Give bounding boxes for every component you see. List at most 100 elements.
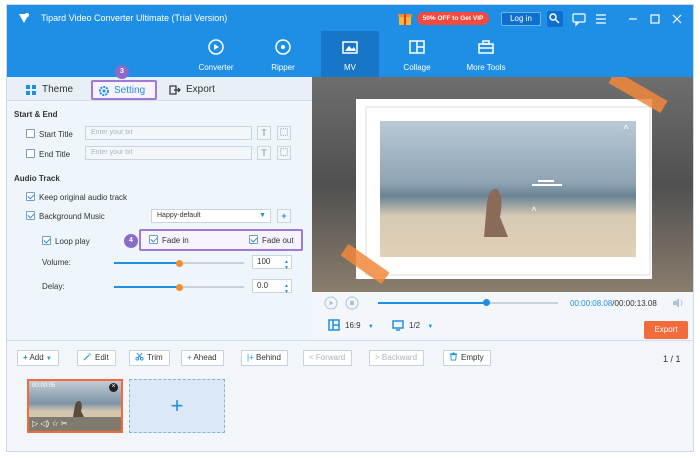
edit-button[interactable]: Edit: [77, 350, 116, 366]
nav-tab-mv[interactable]: MV: [321, 31, 379, 77]
trim-button[interactable]: Trim: [129, 350, 170, 366]
add-clip-button[interactable]: +: [129, 379, 225, 433]
preview-image: [312, 77, 693, 292]
add-button[interactable]: + Add ▼: [17, 350, 59, 366]
login-button[interactable]: Log in: [501, 12, 541, 26]
nav-tab-collage[interactable]: Collage: [388, 31, 446, 77]
step-badge-4: 4: [124, 234, 138, 248]
aspect-ratio-select[interactable]: 16:9 ▼: [345, 321, 374, 330]
delay-slider-handle[interactable]: [175, 283, 183, 291]
key-icon[interactable]: [547, 11, 563, 27]
volume-label: Volume:: [42, 258, 71, 267]
loop-play-checkbox[interactable]: [42, 236, 51, 245]
minimize-icon[interactable]: [625, 11, 641, 27]
behind-label: Behind: [255, 353, 281, 362]
volume-stepper[interactable]: 100 ▲ ▼: [252, 255, 292, 271]
forward-button[interactable]: < Forward: [303, 350, 353, 366]
collage-icon: [409, 40, 425, 54]
gear-icon: [99, 86, 109, 96]
nav-tab-ripper[interactable]: Ripper: [254, 31, 312, 77]
start-title-input[interactable]: Enter your txt: [85, 126, 252, 140]
delay-slider-fill: [114, 286, 179, 288]
play-icon[interactable]: [324, 296, 338, 310]
scissors-icon[interactable]: ✂: [61, 419, 68, 428]
behind-button[interactable]: |+ Behind: [241, 350, 288, 366]
end-title-checkbox[interactable]: [26, 149, 35, 158]
chat-icon[interactable]: [571, 11, 587, 27]
volume-slider[interactable]: [114, 259, 244, 267]
playback-progress[interactable]: [378, 299, 558, 306]
star-icon[interactable]: ☆: [51, 419, 58, 428]
vip-badge[interactable]: 50% OFF to Get VIP: [417, 12, 489, 25]
close-icon[interactable]: ×: [109, 383, 118, 392]
forward-icon: <: [309, 353, 314, 362]
trim-label: Trim: [147, 353, 163, 362]
end-title-input[interactable]: Enter your txt: [85, 146, 252, 160]
start-title-edit-button[interactable]: [277, 126, 291, 140]
screen-select[interactable]: 1/2 ▼: [409, 321, 433, 330]
down-arrow-icon[interactable]: ▼: [284, 286, 289, 298]
empty-button[interactable]: Empty: [443, 350, 491, 366]
down-arrow-icon[interactable]: ▼: [284, 262, 289, 274]
app-window: Tipard Video Converter Ultimate (Trial V…: [6, 4, 694, 452]
clip-thumbnail[interactable]: 00:00:05 × ▷ ◁) ☆ ✂: [27, 379, 123, 433]
music-select[interactable]: Happy-default ▼: [151, 209, 271, 223]
volume-icon[interactable]: [671, 296, 685, 310]
ripper-icon: [275, 39, 291, 55]
tab-setting[interactable]: Setting: [91, 80, 157, 100]
ahead-button[interactable]: + Ahead: [181, 350, 224, 366]
backward-button[interactable]: > Backward: [369, 350, 425, 366]
chevron-down-icon: ▼: [45, 356, 52, 362]
nav-tab-more-tools[interactable]: More Tools: [457, 31, 515, 77]
edit-box-icon: [280, 148, 288, 156]
volume-slider-handle[interactable]: [175, 259, 183, 267]
end-title-label: End Title: [39, 150, 71, 159]
scissors-icon: [135, 352, 144, 361]
delay-slider[interactable]: [114, 283, 244, 291]
main-nav: Converter Ripper MV Collage More Tools: [7, 31, 693, 77]
time-current: 00:00:08.08: [570, 299, 613, 308]
export-icon: [169, 85, 181, 95]
playback-progress-handle[interactable]: [482, 299, 490, 306]
screen-value: 1/2: [409, 321, 421, 330]
nav-tab-label: MV: [344, 63, 356, 72]
stop-icon[interactable]: [345, 296, 359, 310]
nav-tab-label: More Tools: [466, 63, 506, 72]
fade-out-label: Fade out: [262, 236, 294, 245]
tab-theme[interactable]: Theme: [25, 81, 85, 99]
toolbox-icon: [478, 40, 494, 54]
app-logo-icon: [19, 13, 29, 23]
nav-tab-label: Ripper: [271, 63, 295, 72]
close-icon[interactable]: [669, 11, 685, 27]
add-music-button[interactable]: +: [277, 209, 291, 223]
add-label: Add: [29, 353, 44, 362]
magic-wand-icon: [83, 352, 92, 361]
start-title-text-button[interactable]: T: [257, 126, 271, 140]
fade-out-checkbox[interactable]: [249, 235, 258, 244]
tab-export-label: Export: [186, 84, 215, 95]
playback-progress-fill: [378, 302, 486, 304]
ahead-label: Ahead: [193, 353, 217, 362]
backward-label: Backward: [381, 353, 418, 362]
keep-original-audio-checkbox[interactable]: [26, 192, 35, 201]
maximize-icon[interactable]: [647, 11, 663, 27]
end-title-edit-button[interactable]: [277, 146, 291, 160]
nav-tab-converter[interactable]: Converter: [187, 31, 245, 77]
video-preview: [312, 77, 693, 292]
tab-export[interactable]: Export: [169, 81, 229, 99]
end-title-text-button[interactable]: T: [257, 146, 271, 160]
delay-stepper[interactable]: 0.0 ▲ ▼: [252, 279, 292, 295]
start-title-checkbox[interactable]: [26, 129, 35, 138]
aspect-ratio-icon: [328, 319, 340, 331]
fade-in-checkbox[interactable]: [149, 235, 158, 244]
export-button[interactable]: Export: [644, 321, 688, 339]
volume-value: 100: [257, 257, 271, 266]
fade-in-label: Fade in: [162, 236, 189, 245]
menu-icon[interactable]: [593, 11, 609, 27]
converter-icon: [208, 39, 224, 55]
background-music-label: Background Music: [39, 212, 105, 221]
speaker-icon[interactable]: ◁): [40, 419, 49, 428]
plus-icon: +: [187, 353, 192, 362]
play-icon[interactable]: ▷: [32, 419, 38, 428]
background-music-checkbox[interactable]: [26, 211, 35, 220]
